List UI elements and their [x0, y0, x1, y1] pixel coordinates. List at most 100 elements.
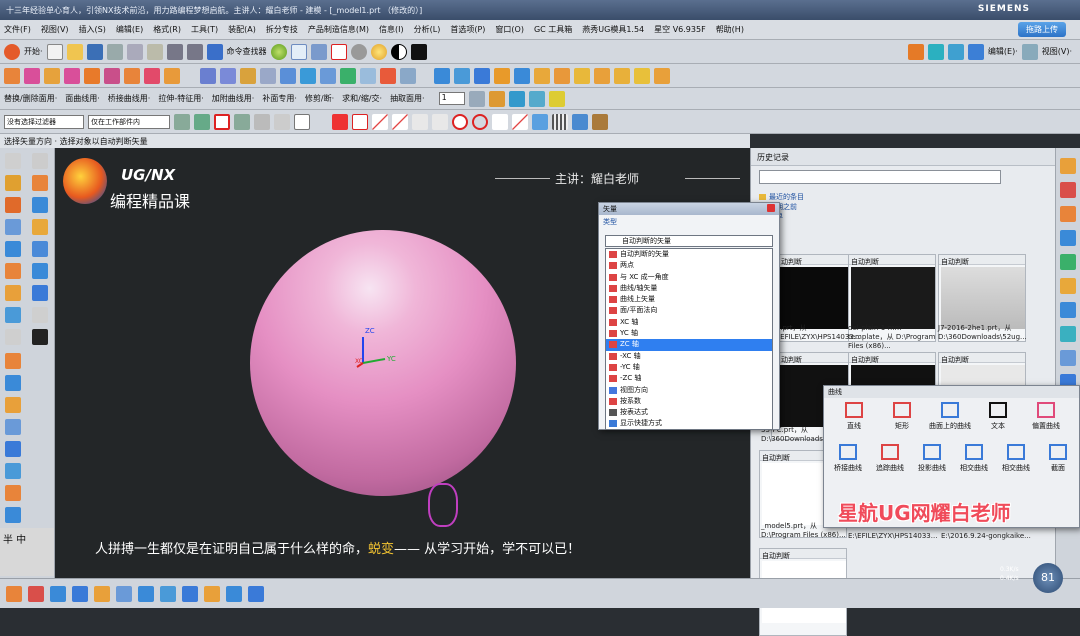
curve-tool2-0[interactable]: 桥接曲线 [826, 444, 870, 473]
vector-type-dropdown[interactable]: 自动判断的矢量 [605, 235, 773, 247]
feature-tool-icon-26[interactable] [554, 67, 570, 84]
edit-menu-label[interactable]: 编辑(E)· [988, 46, 1018, 57]
left-tool-icon-b5[interactable] [5, 463, 21, 479]
feature-tool-icon-8[interactable] [164, 67, 180, 84]
right-tool-icon-1[interactable] [1060, 182, 1076, 198]
feature-tool-icon-27[interactable] [574, 67, 590, 84]
intersection-icon[interactable] [432, 113, 448, 130]
feature-tool-icon-0[interactable] [4, 67, 20, 84]
history-section-0[interactable]: 最近的条目 [759, 192, 1039, 202]
curve-tool-0[interactable]: 直线 [832, 402, 876, 431]
cube-icon[interactable] [572, 113, 588, 130]
bottom-tool-icon-1[interactable] [28, 585, 44, 602]
edit-icon[interactable] [290, 43, 307, 60]
curve-tool-1[interactable]: 矩形 [880, 402, 924, 431]
feature-tool-icon-18[interactable] [380, 67, 396, 84]
vector-type-option-11[interactable]: -ZC 轴 [606, 373, 772, 384]
assembly-icon[interactable] [947, 43, 964, 60]
right-tool-icon-3[interactable] [1060, 230, 1076, 246]
command-finder-label[interactable]: 命令查找器 [227, 46, 267, 57]
measure-icon[interactable] [468, 90, 485, 107]
yin-yang-icon[interactable] [390, 43, 407, 60]
left-tool-icon-1[interactable] [32, 153, 48, 169]
left-tool-icon-15[interactable] [32, 307, 48, 323]
bottom-tool-icon-3[interactable] [72, 585, 88, 602]
left-tool-icon-9[interactable] [32, 241, 48, 257]
start-icon[interactable] [4, 43, 20, 60]
start-menu-button[interactable]: 开始· [24, 46, 43, 57]
upload-button[interactable]: 拖路上传 [1018, 22, 1066, 37]
redo-icon[interactable] [186, 43, 203, 60]
offset-icon[interactable] [508, 90, 525, 107]
left-tool-icon-b7[interactable] [5, 507, 21, 523]
history-card-file[interactable]: del-plain-1-mm-template，从 D:\Program Fil… [848, 324, 940, 351]
left-tool-icon-b2[interactable] [5, 397, 21, 413]
vector-type-option-14[interactable]: 按表达式 [606, 407, 772, 418]
feature-tool-icon-31[interactable] [654, 67, 670, 84]
bottom-tool-icon-0[interactable] [6, 585, 22, 602]
vector-type-option-4[interactable]: 曲线上矢量 [606, 294, 772, 305]
vector-type-option-13[interactable]: 按系数 [606, 396, 772, 407]
menu-item-14[interactable]: 燕秀UG模具1.54 [582, 24, 644, 35]
solid-icon[interactable] [254, 113, 270, 130]
custom-command-7[interactable]: 求和/缩/交· [342, 93, 382, 104]
layer-icon[interactable] [310, 43, 327, 60]
pen-icon[interactable] [512, 113, 528, 130]
render-icon[interactable] [350, 43, 367, 60]
eraser-icon[interactable] [532, 113, 548, 130]
history-filter-select[interactable] [759, 170, 1001, 184]
tools-icon[interactable] [592, 113, 608, 130]
bottom-tool-icon-2[interactable] [50, 585, 66, 602]
feature-tool-icon-29[interactable] [614, 67, 630, 84]
feature-tool-icon-22[interactable] [474, 67, 490, 84]
vector-type-option-5[interactable]: 面/平面法向 [606, 305, 772, 316]
curve-tool-2[interactable]: 曲面上的曲线 [928, 402, 972, 431]
menu-item-8[interactable]: 产品制造信息(M) [308, 24, 369, 35]
feature-tool-icon-20[interactable] [434, 67, 450, 84]
close-icon[interactable] [767, 204, 775, 212]
feature-tool-icon-23[interactable] [494, 67, 510, 84]
paste-icon[interactable] [146, 43, 163, 60]
book-icon[interactable] [907, 43, 924, 60]
command-finder-icon[interactable] [206, 43, 223, 60]
right-tool-icon-5[interactable] [1060, 278, 1076, 294]
bottom-tool-icon-10[interactable] [226, 585, 242, 602]
select-all-icon[interactable] [194, 113, 210, 130]
bottom-tool-icon-7[interactable] [160, 585, 176, 602]
menu-item-4[interactable]: 格式(R) [153, 24, 181, 35]
left-tool-icon-4[interactable] [5, 197, 21, 213]
cut-icon[interactable] [106, 43, 123, 60]
menu-item-9[interactable]: 信息(I) [379, 24, 404, 35]
menu-item-1[interactable]: 视图(V) [41, 24, 69, 35]
vector-type-option-8[interactable]: ZC 轴 [606, 339, 772, 351]
vector-type-option-10[interactable]: -YC 轴 [606, 362, 772, 373]
menu-item-3[interactable]: 编辑(E) [116, 24, 143, 35]
feature-tool-icon-6[interactable] [124, 67, 140, 84]
custom-command-0[interactable]: 替换/删除面用· [4, 93, 57, 104]
history-section-2[interactable]: 更早 [759, 212, 1039, 222]
left-tool-icon-16[interactable] [5, 329, 21, 345]
sphere-icon[interactable] [270, 43, 287, 60]
menu-item-5[interactable]: 工具(T) [191, 24, 218, 35]
feature-tool-icon-10[interactable] [220, 67, 236, 84]
black-square-icon[interactable] [410, 43, 427, 60]
feature-tool-icon-14[interactable] [300, 67, 316, 84]
left-tool-icon-11[interactable] [32, 263, 48, 279]
custom-command-2[interactable]: 桥接曲线用· [108, 93, 151, 104]
bottom-tool-icon-6[interactable] [138, 585, 154, 602]
vector-type-option-6[interactable]: XC 轴 [606, 317, 772, 328]
feature-tool-icon-25[interactable] [534, 67, 550, 84]
undo-icon[interactable] [166, 43, 183, 60]
filter-settings-icon[interactable] [174, 113, 190, 130]
feature-tool-icon-30[interactable] [634, 67, 650, 84]
curve-icon[interactable] [412, 113, 428, 130]
vector-type-option-0[interactable]: 自动判断的矢量 [606, 249, 772, 260]
feature-tool-icon-28[interactable] [594, 67, 610, 84]
custom-command-6[interactable]: 修剪/断· [305, 93, 334, 104]
left-tool-icon-b0[interactable] [5, 353, 21, 369]
bottom-tool-icon-11[interactable] [248, 585, 264, 602]
square-outline-icon[interactable] [294, 113, 310, 130]
left-tool-icon-7[interactable] [32, 219, 48, 235]
right-tool-icon-8[interactable] [1060, 350, 1076, 366]
save-icon[interactable] [86, 43, 103, 60]
